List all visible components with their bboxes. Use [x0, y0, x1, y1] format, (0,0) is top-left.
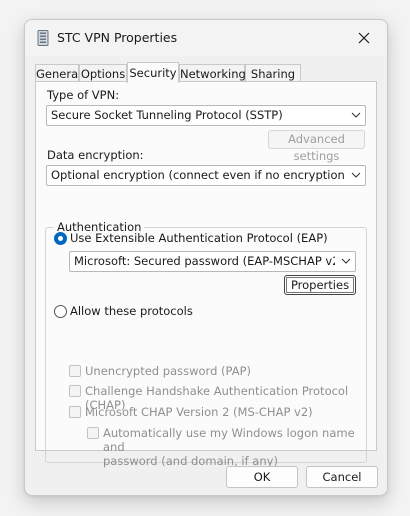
title-bar[interactable]: STC VPN Properties — [25, 20, 387, 56]
tab-general[interactable]: General — [35, 64, 81, 82]
auto-logon-checkbox[interactable] — [87, 427, 99, 439]
security-tab-panel: Type of VPN: Secure Socket Tunneling Pro… — [35, 81, 377, 468]
ok-button[interactable]: OK — [226, 466, 298, 488]
tab-sharing[interactable]: Sharing — [245, 64, 301, 82]
eap-method-select[interactable]: Microsoft: Secured password (EAP-MSCHAP … — [69, 251, 356, 272]
chevron-down-icon — [341, 258, 351, 264]
close-icon — [358, 32, 370, 44]
vpn-type-select[interactable]: Secure Socket Tunneling Protocol (SSTP) — [46, 105, 366, 126]
vpn-properties-dialog: STC VPN Properties General Options Secur… — [24, 19, 388, 496]
mschapv2-label: Microsoft CHAP Version 2 (MS-CHAP v2) — [85, 405, 313, 419]
eap-method-value: Microsoft: Secured password (EAP-MSCHAP … — [74, 254, 335, 268]
allow-protocols-label[interactable]: Allow these protocols — [70, 304, 193, 318]
data-encryption-value: Optional encryption (connect even if no … — [51, 168, 345, 182]
vpn-connection-icon — [37, 30, 49, 49]
cancel-button[interactable]: Cancel — [306, 466, 378, 488]
use-eap-radio[interactable] — [54, 232, 67, 245]
chap-checkbox[interactable] — [69, 385, 81, 397]
data-encryption-select[interactable]: Optional encryption (connect even if no … — [46, 165, 366, 186]
use-eap-label[interactable]: Use Extensible Authentication Protocol (… — [70, 231, 328, 245]
eap-properties-button[interactable]: Properties — [284, 275, 356, 295]
vpn-type-value: Secure Socket Tunneling Protocol (SSTP) — [51, 108, 283, 122]
chevron-down-icon — [351, 112, 361, 118]
vpn-type-label: Type of VPN: — [47, 88, 120, 102]
auto-logon-label-line1: Automatically use my Windows logon name … — [103, 426, 355, 454]
auto-logon-label: Automatically use my Windows logon name … — [103, 426, 376, 468]
chevron-down-icon — [351, 172, 361, 178]
tab-options[interactable]: Options — [79, 64, 127, 82]
pap-label: Unencrypted password (PAP) — [85, 364, 251, 378]
tab-security[interactable]: Security — [127, 62, 179, 83]
allow-protocols-radio[interactable] — [54, 305, 67, 318]
advanced-settings-button[interactable]: Advanced settings — [268, 130, 365, 163]
data-encryption-label: Data encryption: — [47, 148, 144, 162]
close-button[interactable] — [341, 20, 387, 56]
pap-checkbox[interactable] — [69, 365, 81, 377]
mschapv2-checkbox[interactable] — [69, 406, 81, 418]
window-title: STC VPN Properties — [57, 30, 178, 45]
tab-networking[interactable]: Networking — [179, 64, 246, 82]
